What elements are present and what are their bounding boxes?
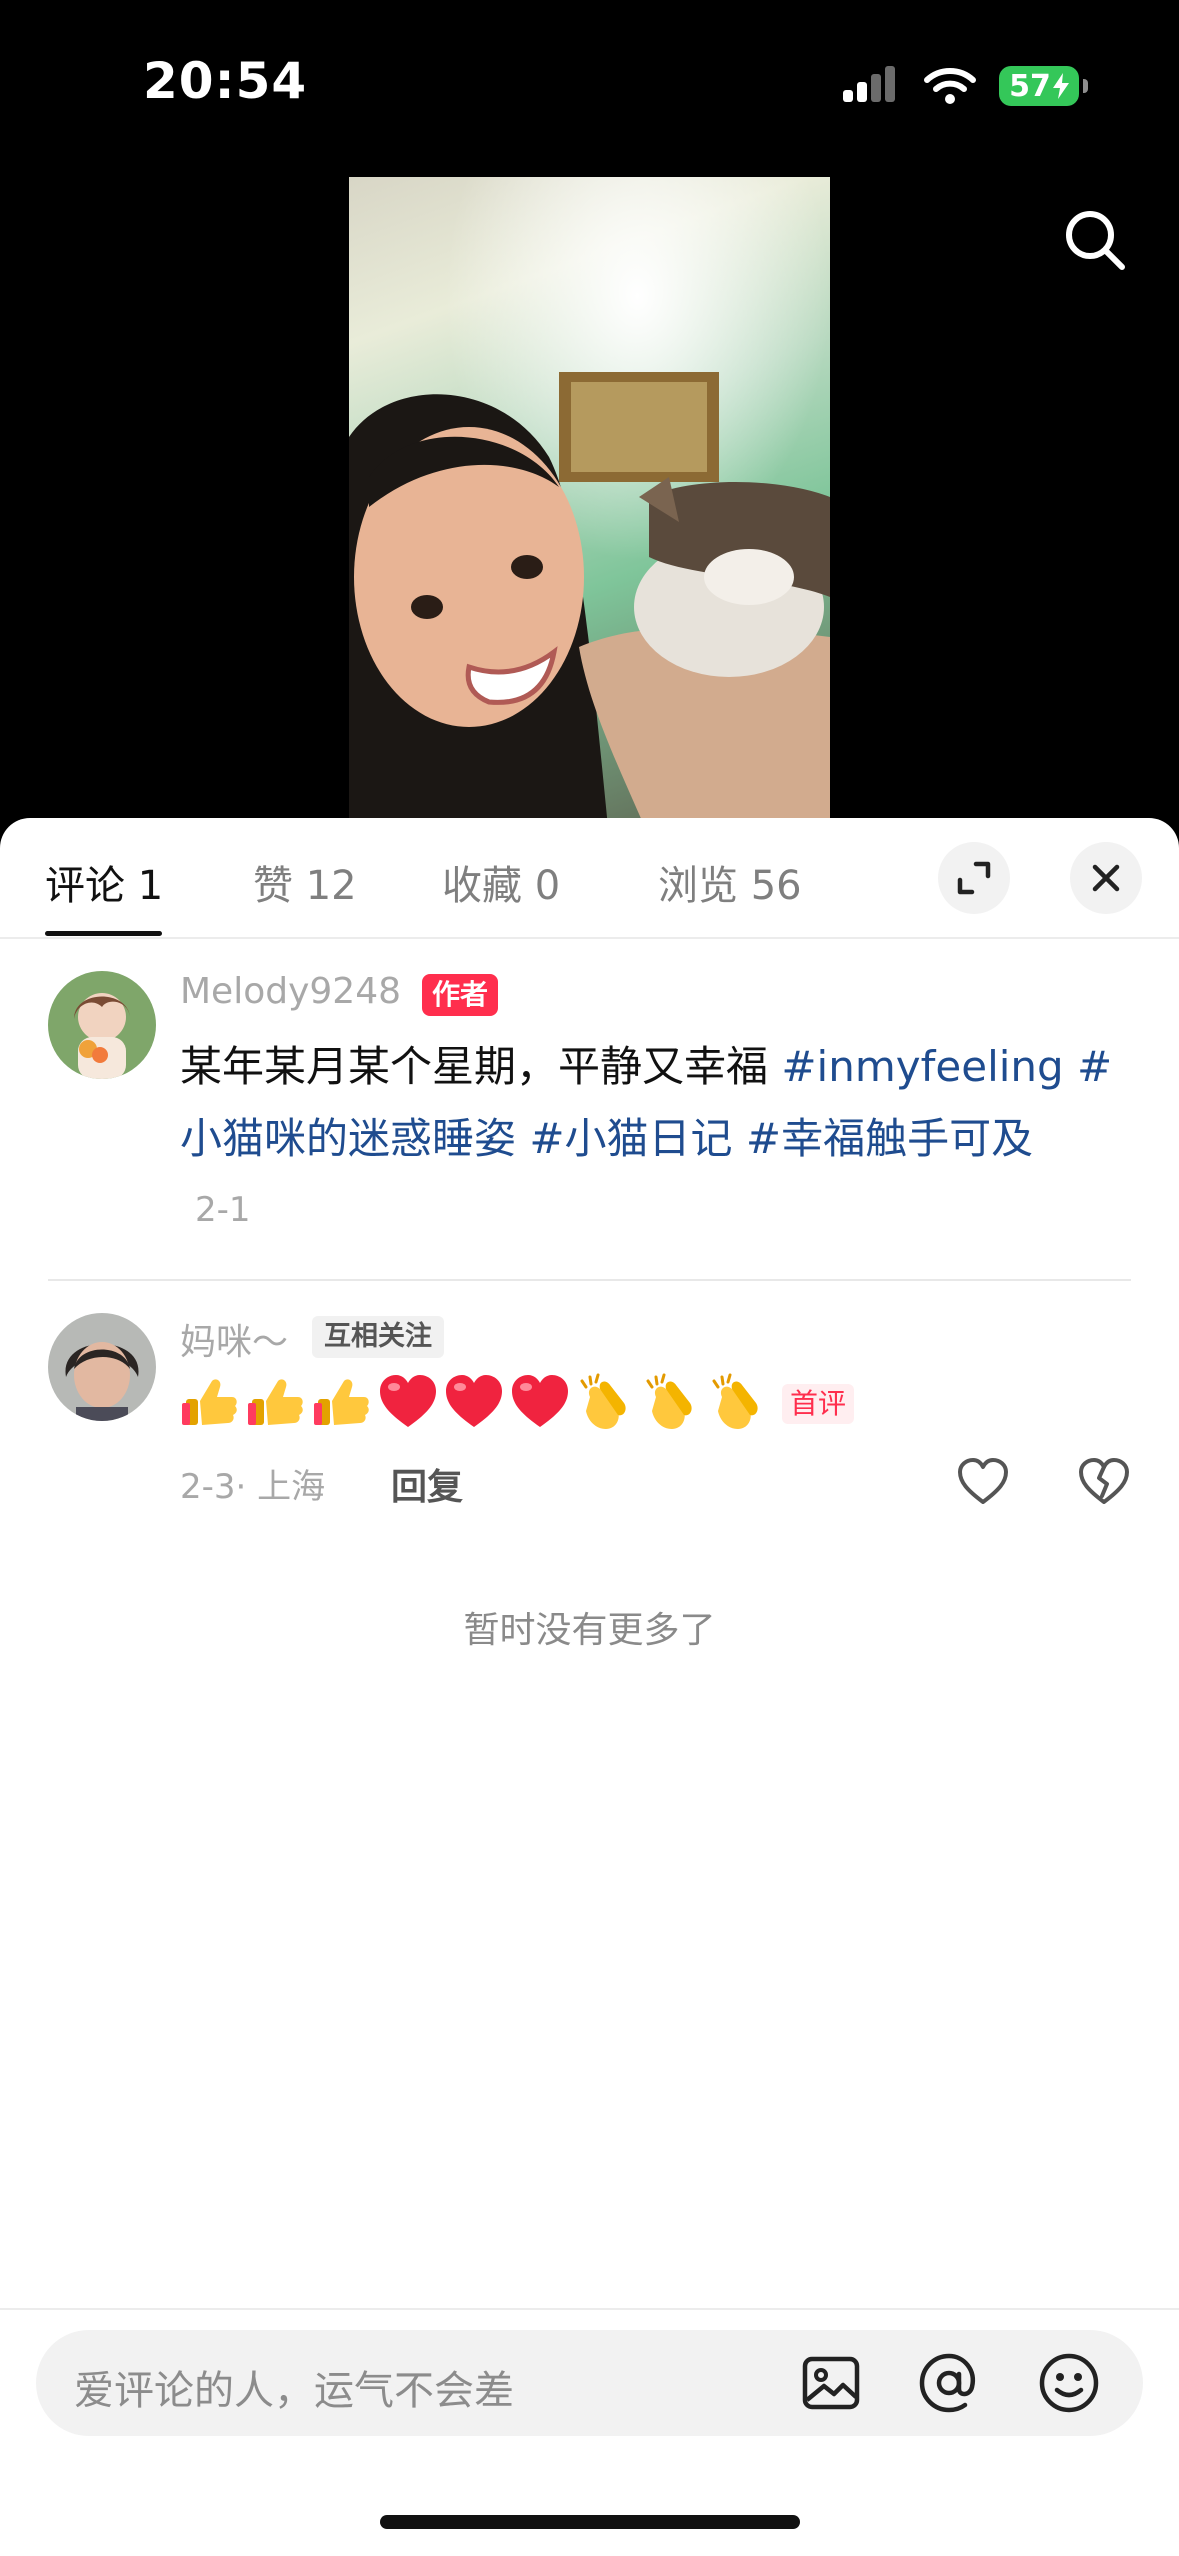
comments-sheet: 评论 1 赞 12 收藏 0 浏览 56 Melody9248 作者 某年某月某… (0, 818, 1179, 2556)
heart-emoji-icon (512, 1375, 568, 1427)
wifi-icon (924, 68, 976, 104)
status-time: 20:54 (143, 52, 308, 110)
first-comment-badge: 首评 (782, 1384, 855, 1424)
thumbs-up-emoji-icon (182, 1379, 237, 1425)
comment-input[interactable]: 爱评论的人，运气不会差 (36, 2330, 1143, 2436)
comment-username[interactable]: Melody9248 (180, 971, 401, 1012)
tab-favorites[interactable]: 收藏 0 (442, 853, 560, 911)
thumbs-up-emoji-icon (248, 1379, 303, 1425)
avatar[interactable] (48, 971, 156, 1079)
comment-divider (48, 1279, 1131, 1281)
like-heart-icon[interactable] (955, 1454, 1011, 1510)
comment-date: 2-1 (195, 1190, 251, 1230)
tab-comments[interactable]: 评论 1 (45, 853, 163, 911)
hashtag-link[interactable]: 小猫咪的迷惑睡姿 (180, 1114, 529, 1163)
video-player[interactable] (349, 177, 830, 837)
avatar-image (48, 1313, 156, 1421)
battery-indicator: 57 (999, 66, 1088, 106)
tab-likes[interactable]: 赞 12 (253, 853, 357, 911)
no-more-text: 暂时没有更多了 (463, 1610, 716, 1651)
heart-emoji-icon (446, 1375, 502, 1427)
heart-emoji-icon (380, 1375, 436, 1427)
cellular-signal-icon (843, 66, 895, 102)
comment-date-location: 2-3· 上海 (180, 1467, 326, 1507)
comment-emoji-text (180, 1373, 768, 1433)
input-bar-divider (0, 2308, 1179, 2310)
comment-input-placeholder: 爱评论的人，运气不会差 (74, 2368, 514, 2414)
status-indicators: 57 (841, 62, 1088, 110)
comment-username[interactable]: 妈咪～ (180, 1313, 288, 1365)
expand-button[interactable] (938, 842, 1010, 914)
battery-level: 57 (1009, 68, 1051, 104)
search-icon[interactable] (1060, 205, 1130, 275)
post-text: 某年某月某个星期，平静又幸福 #inmyfeeling # 小猫咪的迷惑睡姿 #小… (180, 1031, 1140, 1175)
screen: 20:54 57 评论 1 赞 12 收藏 0 浏览 56 Melody9248… (0, 0, 1179, 2556)
sheet-tabs: 评论 1 赞 12 收藏 0 浏览 56 (0, 818, 1179, 939)
emoji-icon[interactable] (1036, 2350, 1102, 2416)
avatar-image (48, 971, 156, 1079)
hashtag-link[interactable]: #小猫日记 (529, 1114, 746, 1163)
clapping-hands-emoji-icon (646, 1373, 692, 1429)
avatar[interactable] (48, 1313, 156, 1421)
active-tab-indicator (45, 931, 162, 936)
tabs-divider (0, 937, 1179, 939)
close-icon (1092, 864, 1120, 892)
hashtag-link[interactable]: #幸福触手可及 (746, 1114, 1033, 1163)
home-indicator[interactable] (380, 2515, 800, 2529)
expand-icon (957, 861, 991, 895)
tab-views[interactable]: 浏览 56 (658, 853, 802, 911)
hashtag-link[interactable]: #inmyfeeling # (781, 1042, 1112, 1091)
thumbs-up-emoji-icon (314, 1379, 369, 1425)
clapping-hands-emoji-icon (580, 1373, 626, 1429)
mention-at-icon[interactable] (916, 2350, 982, 2416)
reply-button[interactable]: 回复 (391, 1458, 463, 1510)
close-button[interactable] (1070, 842, 1142, 914)
author-badge: 作者 (422, 974, 499, 1016)
video-frame-image (349, 177, 830, 837)
clapping-hands-emoji-icon (712, 1373, 758, 1429)
mutual-follow-badge: 互相关注 (312, 1316, 444, 1358)
image-icon[interactable] (798, 2350, 864, 2416)
charging-bolt-icon (1052, 73, 1069, 99)
dislike-broken-heart-icon[interactable] (1076, 1454, 1132, 1510)
post-text-body: 某年某月某个星期，平静又幸福 (180, 1042, 782, 1091)
